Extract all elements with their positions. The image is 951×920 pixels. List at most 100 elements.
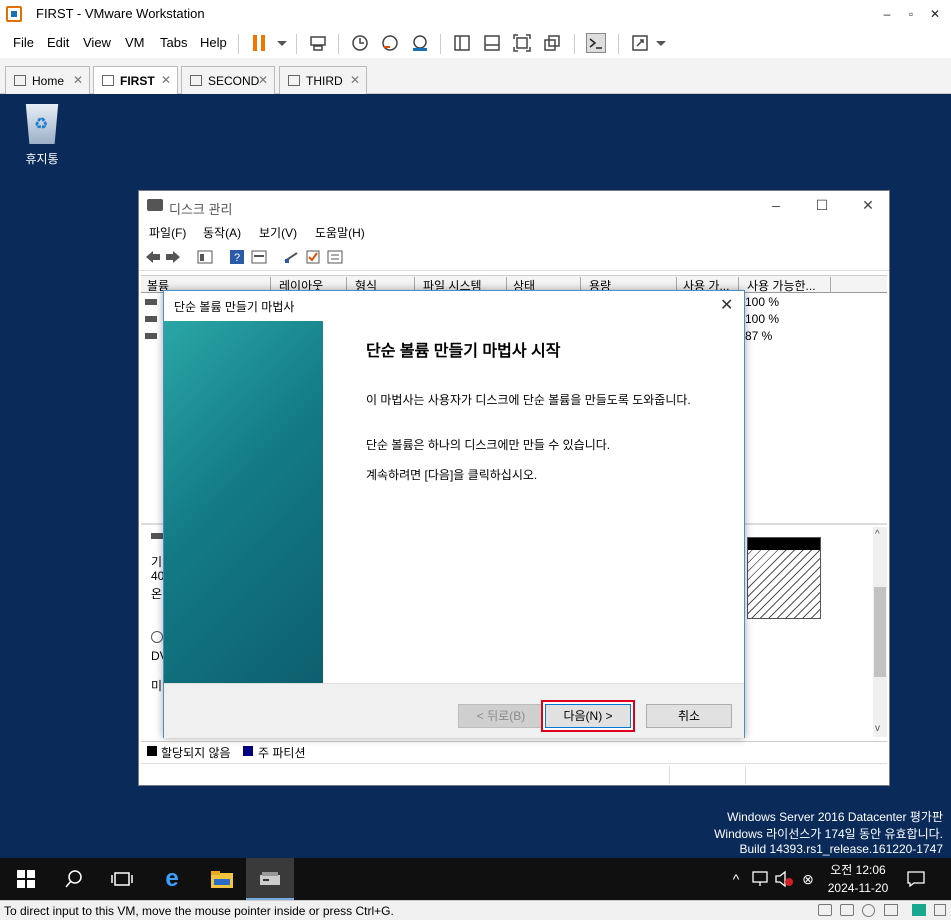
vm-icon [288,75,300,86]
search-icon[interactable] [62,867,86,891]
legend-swatch-unallocated [147,746,157,756]
windows-start-icon[interactable] [14,867,38,891]
back-button[interactable]: < 뒤로(B) [458,704,544,728]
toolbar-separator [618,34,619,54]
vmware-app-icon [6,6,22,22]
show-library-icon[interactable] [452,33,472,53]
vmware-status-bar: To direct input to this VM, move the mou… [0,900,951,920]
menu-file[interactable]: File [13,35,34,50]
tab-home[interactable]: Home ✕ [5,66,90,94]
tab-second[interactable]: SECOND ✕ [181,66,275,94]
close-icon[interactable]: ✕ [73,73,83,87]
hard-disk-icon[interactable] [840,904,854,916]
toolbar-separator [574,34,575,54]
maximize-button[interactable]: ☐ [807,195,837,215]
file-explorer-icon[interactable] [210,867,234,891]
close-icon[interactable]: ✕ [258,73,268,87]
close-button[interactable]: ✕ [924,4,946,24]
thumbnail-bar-icon[interactable] [482,33,502,53]
wizard-heading: 단순 볼륨 만들기 마법사 시작 [366,343,561,360]
tab-label: SECOND [208,74,260,88]
menu-action[interactable]: 동작(A) [203,224,241,241]
back-arrow-icon[interactable] [145,249,161,265]
connect-icon[interactable] [283,249,299,265]
volume-muted-icon[interactable] [772,867,796,891]
menu-view[interactable]: 보기(V) [259,224,297,241]
minimize-button[interactable]: – [761,195,791,215]
disk-legend: 할당되지 않음 주 파티션 [141,741,887,761]
hard-disk-icon[interactable] [818,904,832,916]
network-adapter-icon[interactable] [884,904,898,916]
stretch-guest-icon[interactable] [630,33,650,53]
task-view-icon[interactable] [110,867,134,891]
close-icon[interactable]: ✕ [161,73,171,87]
clock-date: 2024-11-20 [827,881,889,895]
message-log-icon[interactable] [912,904,926,916]
revert-snapshot-icon[interactable] [380,33,400,53]
help-icon[interactable]: ? [229,249,245,265]
disk-status-bar [141,763,887,785]
menu-file[interactable]: 파일(F) [149,224,186,241]
tab-label: THIRD [306,74,343,88]
maximize-button[interactable]: ▫ [900,4,922,24]
snapshot-icon[interactable] [350,33,370,53]
volume-icon [145,299,157,305]
watermark-line: Build 14393.rs1_release.161220-1747 [739,842,944,856]
chevron-up-icon[interactable]: ^ [724,867,748,891]
unity-icon[interactable] [542,33,562,53]
menu-help[interactable]: Help [200,35,227,50]
settings-list-icon[interactable] [327,249,343,265]
close-icon[interactable]: ✕ [350,73,360,87]
menu-bar: File Edit View VM Tabs Help [0,28,951,58]
tab-first[interactable]: FIRST ✕ [93,66,178,94]
next-button[interactable]: 다음(N) > [545,704,631,728]
forward-arrow-icon[interactable] [165,249,181,265]
full-screen-icon[interactable] [512,33,532,53]
dvd-icon [151,631,163,643]
wizard-side-banner [164,321,323,683]
stretch-icon[interactable] [934,904,946,916]
taskbar-clock[interactable]: 오전 12:06 2024-11-20 [816,861,900,897]
checklist-icon[interactable] [305,249,321,265]
cancel-button[interactable]: 취소 [646,704,732,728]
menu-vm[interactable]: VM [125,35,145,50]
chevron-down-icon[interactable] [651,33,671,53]
menu-tabs[interactable]: Tabs [160,35,187,50]
snapshot-manager-icon[interactable] [410,33,430,53]
send-ctrl-alt-del-icon[interactable] [308,33,328,53]
taskbar-disk-management[interactable] [246,858,294,900]
new-simple-volume-wizard: 단순 볼륨 만들기 마법사 ✕ 단순 볼륨 만들기 마법사 시작 이 마법사는 … [163,290,745,738]
watermark-line: Windows Server 2016 Datacenter 평가판 [727,810,943,824]
network-icon[interactable] [748,867,772,891]
menu-help[interactable]: 도움말(H) [315,224,365,241]
pause-icon[interactable] [250,33,270,53]
unallocated-partition-block[interactable] [747,537,821,619]
volume-icon [145,333,157,339]
close-button[interactable]: ✕ [853,195,883,215]
show-hide-tree-icon[interactable] [197,249,213,265]
cd-dvd-icon[interactable] [862,904,875,917]
properties-icon[interactable] [251,249,267,265]
menu-edit[interactable]: Edit [47,35,69,50]
status-message: To direct input to this VM, move the mou… [4,904,394,918]
tab-label: FIRST [120,74,155,88]
tab-third[interactable]: THIRD ✕ [279,66,367,94]
percent-free-cell: 100 % [745,312,780,326]
disk-management-title: 디스크 관리 [169,202,233,217]
vm-icon [190,75,202,86]
recycle-bin[interactable]: 휴지통 [20,104,64,167]
toolbar-separator [238,34,239,54]
menu-view[interactable]: View [83,35,111,50]
wizard-close-button[interactable]: ✕ [720,295,733,315]
action-center-icon[interactable] [904,867,928,891]
legend-swatch-primary [243,746,253,756]
column-header-percent-free[interactable]: 사용 가능한... [741,277,831,293]
internet-explorer-icon[interactable]: e [160,867,184,891]
console-view-icon[interactable] [586,33,606,53]
clock-time: 오전 12:06 [830,863,886,877]
minimize-button[interactable]: – [876,4,898,24]
svg-text:?: ? [234,252,240,264]
lower-scrollbar[interactable]: ^ v [873,527,887,737]
chevron-down-icon[interactable] [272,33,292,53]
guest-taskbar: e ^ ⊗ 오전 12:06 2024-11-20 [0,858,951,900]
